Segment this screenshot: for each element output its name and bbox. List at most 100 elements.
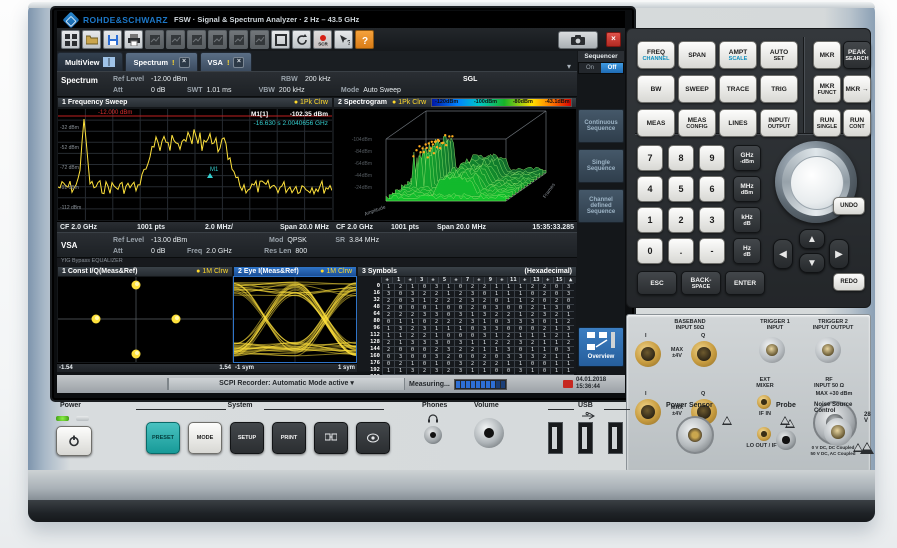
- display-button[interactable]: [314, 422, 348, 454]
- usb-port-1[interactable]: [548, 422, 563, 454]
- display-config-icon-2[interactable]: [166, 30, 185, 49]
- keypad-2[interactable]: 2: [668, 207, 694, 233]
- hardkey-run-cont[interactable]: RUNCONT: [843, 109, 871, 137]
- volume-knob[interactable]: [474, 418, 504, 448]
- freq-sweep-header[interactable]: 1 Frequency Sweep ● 1Pk Clrw: [57, 97, 333, 108]
- arrow-key-left[interactable]: ◀: [773, 239, 793, 269]
- if-in-connector[interactable]: [757, 395, 771, 409]
- usb-port-3[interactable]: [608, 422, 623, 454]
- hardkey-trace[interactable]: TRACE: [719, 75, 757, 103]
- refresh-icon[interactable]: [292, 30, 311, 49]
- keypad-6[interactable]: 6: [699, 176, 725, 202]
- display-config-icon-1[interactable]: [145, 30, 164, 49]
- ref-level-value[interactable]: -12.00 dBm: [151, 76, 211, 83]
- overview-button[interactable]: Overview: [578, 327, 624, 367]
- phones-jack[interactable]: [424, 426, 442, 444]
- res-len-value[interactable]: 800: [295, 248, 307, 255]
- tab-multiview[interactable]: MultiView: [57, 52, 123, 71]
- arrow-key-right[interactable]: ▶: [829, 239, 849, 269]
- mod-value[interactable]: QPSK: [287, 237, 323, 244]
- cf-value[interactable]: CF 2.0 GHz: [60, 224, 97, 231]
- unit-key-hz[interactable]: HzdB: [733, 238, 761, 264]
- open-folder-icon[interactable]: [82, 30, 101, 49]
- lo-out-connector[interactable]: [757, 427, 771, 441]
- vsa-ref-level-value[interactable]: -13.00 dBm: [151, 237, 211, 244]
- spectrogram-plot[interactable]: -24dBm-44dBm-64dBm-84dBm-104dBm Amplitud…: [333, 108, 577, 221]
- zoom-frame-icon[interactable]: [271, 30, 290, 49]
- sequencer-close-button[interactable]: ×: [606, 32, 621, 47]
- key-enter[interactable]: ENTER: [725, 271, 765, 295]
- preset-button[interactable]: PRESET: [146, 422, 180, 454]
- screenshot-button[interactable]: [356, 422, 390, 454]
- usb-port-2[interactable]: [578, 422, 593, 454]
- scpi-recorder-status[interactable]: SCPI Recorder: Automatic Mode active ▾: [168, 378, 405, 390]
- span-value[interactable]: Span 20.0 MHz: [280, 224, 329, 231]
- swt-value[interactable]: 1.01 ms: [207, 87, 247, 94]
- camera-button[interactable]: [558, 31, 598, 49]
- hardkey-run-single[interactable]: RUNSINGLE: [813, 109, 841, 137]
- hardkey-mkr[interactable]: MKR: [813, 41, 841, 69]
- keypad-0[interactable]: 0: [637, 238, 663, 264]
- softkey-single-sequence[interactable]: Single Sequence: [578, 149, 624, 183]
- unit-key-ghz[interactable]: GHz-dBm: [733, 145, 761, 171]
- key-back[interactable]: BACK-SPACE: [681, 271, 721, 295]
- hardkey-peak-search[interactable]: PEAKSEARCH: [843, 41, 871, 69]
- softkey-continuous-sequence[interactable]: Continuous Sequence: [578, 109, 624, 143]
- channel-label-vsa[interactable]: VSA: [61, 241, 109, 250]
- unit-key-khz[interactable]: kHzdB: [733, 207, 761, 233]
- hardkey-auto-set[interactable]: AUTOSET: [760, 41, 798, 69]
- hardkey-mkr-funct[interactable]: MKRFUNCT: [813, 75, 841, 103]
- keypad-5[interactable]: 5: [668, 176, 694, 202]
- tab-close-icon[interactable]: ×: [179, 57, 190, 68]
- softkey-channel-defined-sequence[interactable]: Channel defined Sequence: [578, 189, 624, 223]
- display-config-icon-4[interactable]: [208, 30, 227, 49]
- arrow-key-down[interactable]: ▼: [799, 253, 825, 273]
- scr-record-icon[interactable]: SCR: [313, 30, 332, 49]
- redo-button[interactable]: REDO: [833, 273, 865, 291]
- hardkey-mkr[interactable]: MKR →: [843, 75, 871, 103]
- undo-button[interactable]: UNDO: [833, 197, 865, 215]
- unit-key-mhz[interactable]: MHzdBm: [733, 176, 761, 202]
- hardkey-lines[interactable]: LINES: [719, 109, 757, 137]
- eye-plot[interactable]: [233, 276, 357, 363]
- print-button[interactable]: PRINT: [272, 422, 306, 454]
- windows-icon[interactable]: [61, 30, 80, 49]
- rbw-value[interactable]: 200 kHz: [305, 76, 355, 83]
- hardkey-trig[interactable]: TRIG: [760, 75, 798, 103]
- hardkey-freq-channel[interactable]: FREQCHANNEL: [637, 41, 675, 69]
- sequencer-off[interactable]: Off: [601, 63, 623, 73]
- vsa-att-value[interactable]: 0 dB: [151, 248, 175, 255]
- save-icon[interactable]: [103, 30, 122, 49]
- baseband-i-bar-connector[interactable]: [635, 399, 661, 425]
- display-config-icon-6[interactable]: [250, 30, 269, 49]
- keypad-9[interactable]: 9: [699, 145, 725, 171]
- sequencer-toggle[interactable]: On Off: [578, 62, 624, 74]
- display-config-icon-3[interactable]: [187, 30, 206, 49]
- keypad-1[interactable]: 1: [637, 207, 663, 233]
- hardkey-meas-config[interactable]: MEASCONFIG: [678, 109, 716, 137]
- keypad-8[interactable]: 8: [668, 145, 694, 171]
- display-config-icon-5[interactable]: [229, 30, 248, 49]
- mode-value[interactable]: Auto Sweep: [363, 87, 401, 94]
- sequencer-on[interactable]: On: [579, 63, 601, 73]
- sgram-span-value[interactable]: Span 20.0 MHz: [437, 224, 486, 231]
- tab-spectrum[interactable]: Spectrum!×: [125, 52, 197, 71]
- hardkey-meas[interactable]: MEAS: [637, 109, 675, 137]
- hardkey-sweep[interactable]: SWEEP: [678, 75, 716, 103]
- print-icon[interactable]: [124, 30, 143, 49]
- trigger1-connector[interactable]: [759, 337, 785, 363]
- sr-value[interactable]: 3.84 MHz: [349, 237, 379, 244]
- baseband-i-connector[interactable]: [635, 341, 661, 367]
- vbw-value[interactable]: 200 kHz: [279, 87, 329, 94]
- tab-dropdown-icon[interactable]: ▾: [567, 62, 577, 71]
- symbols-table[interactable]: +1+3+5+7+9+11+13+15▲01210310221112203163…: [357, 276, 577, 372]
- keypad-7[interactable]: 7: [637, 145, 663, 171]
- hardkey-span[interactable]: SPAN: [678, 41, 716, 69]
- mode-button[interactable]: MODE: [188, 422, 222, 454]
- setup-button[interactable]: SETUP: [230, 422, 264, 454]
- att-value[interactable]: 0 dB: [151, 87, 175, 94]
- scpi-dropdown-icon[interactable]: ▾: [350, 380, 354, 387]
- arrow-key-up[interactable]: ▲: [799, 229, 825, 249]
- context-help-icon[interactable]: ?: [334, 30, 353, 49]
- constellation-plot[interactable]: [57, 276, 233, 363]
